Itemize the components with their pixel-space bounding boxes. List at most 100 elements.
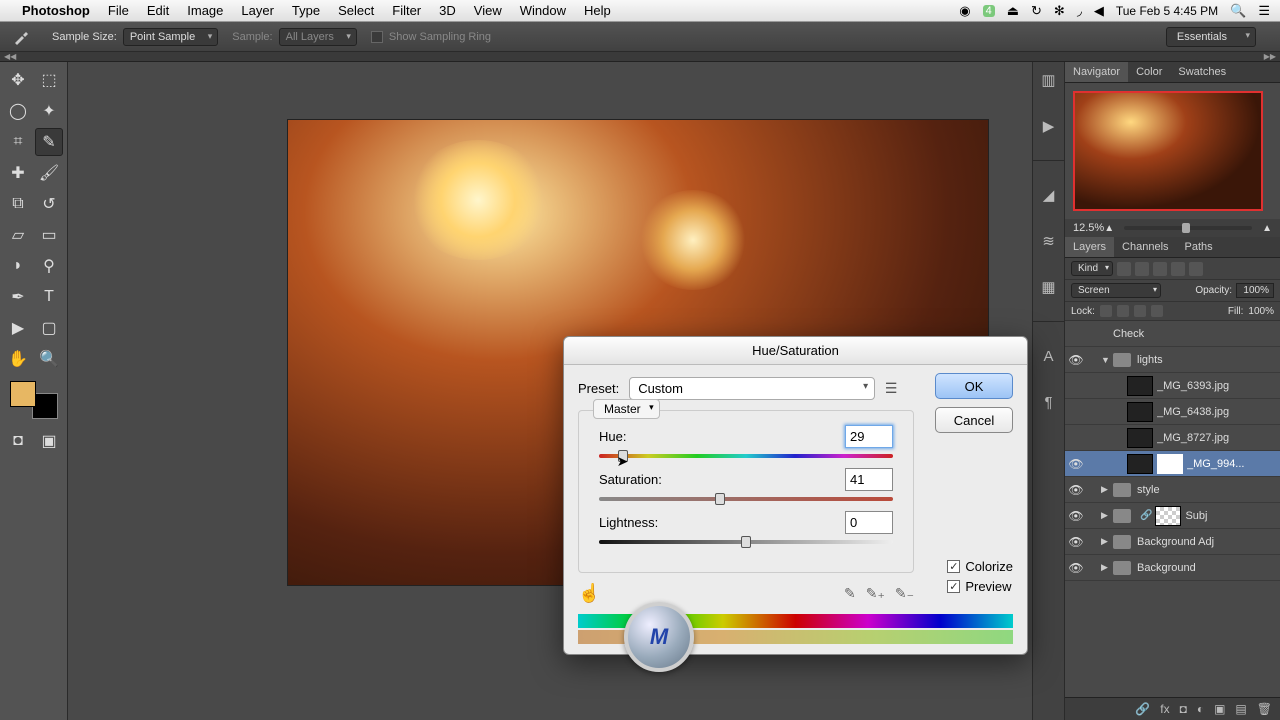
layer-item[interactable]: 👁▶style xyxy=(1065,477,1280,503)
marquee-tool-icon[interactable]: ⬚ xyxy=(35,66,63,94)
lasso-tool-icon[interactable]: ◯ xyxy=(4,97,32,125)
menu-image[interactable]: Image xyxy=(187,3,223,18)
menu-window[interactable]: Window xyxy=(520,3,566,18)
menu-edit[interactable]: Edit xyxy=(147,3,169,18)
menu-help[interactable]: Help xyxy=(584,3,611,18)
visibility-toggle-icon[interactable]: 👁 xyxy=(1065,353,1087,367)
wifi-icon[interactable]: ◞ xyxy=(1077,3,1082,19)
menu-view[interactable]: View xyxy=(474,3,502,18)
menu-3d[interactable]: 3D xyxy=(439,3,456,18)
preset-menu-icon[interactable]: ☰ xyxy=(883,381,899,397)
menu-filter[interactable]: Filter xyxy=(392,3,421,18)
colorize-checkbox-row[interactable]: ✓Colorize xyxy=(947,559,1013,574)
filter-adjustment-icon[interactable] xyxy=(1135,262,1149,276)
tab-swatches[interactable]: Swatches xyxy=(1170,62,1234,82)
layer-name[interactable]: _MG_8727.jpg xyxy=(1157,432,1276,444)
zoom-in-icon[interactable]: ▲ xyxy=(1262,223,1272,234)
clone-stamp-tool-icon[interactable]: ⧉ xyxy=(4,190,32,218)
disclosure-icon[interactable]: ▶ xyxy=(1101,536,1113,547)
notification-badge[interactable]: 4 xyxy=(983,5,995,17)
quick-mask-icon[interactable]: ◘ xyxy=(4,427,32,455)
opacity-value[interactable]: 100% xyxy=(1236,283,1274,298)
preview-checkbox[interactable]: ✓ xyxy=(947,580,960,593)
volume-icon[interactable]: ◀ xyxy=(1094,3,1104,19)
layer-item[interactable]: 👁▶Background xyxy=(1065,555,1280,581)
layer-name[interactable]: _MG_994... xyxy=(1187,458,1276,470)
cancel-button[interactable]: Cancel xyxy=(935,407,1013,433)
type-tool-icon[interactable]: T xyxy=(35,283,63,311)
lock-transparency-icon[interactable] xyxy=(1100,305,1112,317)
blur-tool-icon[interactable]: ◗ xyxy=(4,252,32,280)
brush-tool-icon[interactable]: 🖌 xyxy=(35,159,63,187)
layer-thumbnail[interactable] xyxy=(1127,402,1153,422)
layer-filter-kind[interactable]: Kind xyxy=(1071,261,1113,276)
visibility-toggle-icon[interactable]: 👁 xyxy=(1065,509,1087,523)
layer-name[interactable]: Check xyxy=(1113,328,1276,340)
saturation-slider-thumb[interactable] xyxy=(715,493,725,505)
hand-tool-icon[interactable]: ✋ xyxy=(4,345,32,373)
link-icon[interactable]: 🔗 xyxy=(1140,510,1152,521)
eyedropper-tool-icon[interactable] xyxy=(10,26,32,48)
navigator-thumbnail[interactable] xyxy=(1073,91,1263,211)
visibility-toggle-icon[interactable]: 👁 xyxy=(1065,561,1087,575)
layer-item[interactable]: 👁 ▶ 🔗 Subj xyxy=(1065,503,1280,529)
layer-name[interactable]: Background xyxy=(1137,562,1276,574)
eyedropper-subtract-icon[interactable]: ✎₋ xyxy=(895,585,914,602)
layer-thumbnail[interactable] xyxy=(1127,454,1153,474)
app-name[interactable]: Photoshop xyxy=(22,3,90,18)
paragraph-panel-icon[interactable]: ¶ xyxy=(1037,390,1061,414)
layer-name[interactable]: Subj xyxy=(1185,510,1276,522)
filter-smart-icon[interactable] xyxy=(1189,262,1203,276)
menu-file[interactable]: File xyxy=(108,3,129,18)
menu-extra-icon[interactable]: ✻ xyxy=(1054,3,1065,19)
filter-type-icon[interactable] xyxy=(1153,262,1167,276)
lightness-slider-thumb[interactable] xyxy=(741,536,751,548)
filter-shape-icon[interactable] xyxy=(1171,262,1185,276)
new-layer-icon[interactable]: ▤ xyxy=(1235,702,1246,716)
navigator-zoom-slider[interactable] xyxy=(1124,226,1252,230)
blend-mode-dropdown[interactable]: Screen xyxy=(1071,283,1161,298)
layer-name[interactable]: style xyxy=(1137,484,1276,496)
layer-name[interactable]: Background Adj xyxy=(1137,536,1276,548)
adjustments-panel-icon[interactable]: ≋ xyxy=(1037,229,1061,253)
colorize-checkbox[interactable]: ✓ xyxy=(947,560,960,573)
layer-style-icon[interactable]: fx xyxy=(1160,702,1169,716)
show-sampling-ring-checkbox[interactable] xyxy=(371,31,383,43)
visibility-toggle-icon[interactable]: 👁 xyxy=(1065,483,1087,497)
disclosure-icon[interactable]: ▶ xyxy=(1101,510,1113,521)
notification-center-icon[interactable]: ☰ xyxy=(1258,3,1270,19)
foreground-color-swatch[interactable] xyxy=(10,381,36,407)
layer-item[interactable]: 👁_MG_994... xyxy=(1065,451,1280,477)
move-tool-icon[interactable]: ✥ xyxy=(4,66,32,94)
saturation-slider[interactable] xyxy=(599,497,893,501)
expand-left-icon[interactable]: ◀◀ xyxy=(4,52,16,61)
zoom-out-icon[interactable]: ▲ xyxy=(1104,223,1114,234)
sample-size-dropdown[interactable]: Point Sample xyxy=(123,28,218,46)
tab-navigator[interactable]: Navigator xyxy=(1065,62,1128,82)
path-selection-tool-icon[interactable]: ▶ xyxy=(4,314,32,342)
menu-select[interactable]: Select xyxy=(338,3,374,18)
hue-slider-thumb[interactable] xyxy=(618,450,628,462)
lock-pixels-icon[interactable] xyxy=(1117,305,1129,317)
adjustment-layer-icon[interactable]: ◐ xyxy=(1197,702,1204,716)
actions-panel-icon[interactable]: ▶ xyxy=(1037,114,1061,138)
layer-name[interactable]: lights xyxy=(1137,354,1276,366)
history-brush-tool-icon[interactable]: ↺ xyxy=(35,190,63,218)
eraser-tool-icon[interactable]: ▱ xyxy=(4,221,32,249)
menubar-clock[interactable]: Tue Feb 5 4:45 PM xyxy=(1116,4,1218,18)
tab-layers[interactable]: Layers xyxy=(1065,237,1114,257)
eyedropper-tool-btn[interactable]: ✎ xyxy=(35,128,63,156)
visibility-toggle-icon[interactable]: 👁 xyxy=(1065,535,1087,549)
pen-tool-icon[interactable]: ✒ xyxy=(4,283,32,311)
layer-thumbnail[interactable] xyxy=(1127,376,1153,396)
hue-input[interactable]: 29 xyxy=(845,425,893,448)
lightness-input[interactable]: 0 xyxy=(845,511,893,534)
shape-tool-icon[interactable]: ▢ xyxy=(35,314,63,342)
mask-thumbnail[interactable] xyxy=(1155,506,1181,526)
ok-button[interactable]: OK xyxy=(935,373,1013,399)
tab-color[interactable]: Color xyxy=(1128,62,1170,82)
preset-dropdown[interactable]: Custom xyxy=(629,377,875,400)
lock-all-icon[interactable] xyxy=(1151,305,1163,317)
histogram-panel-icon[interactable]: ◢ xyxy=(1037,183,1061,207)
mask-thumbnail[interactable] xyxy=(1157,454,1183,474)
